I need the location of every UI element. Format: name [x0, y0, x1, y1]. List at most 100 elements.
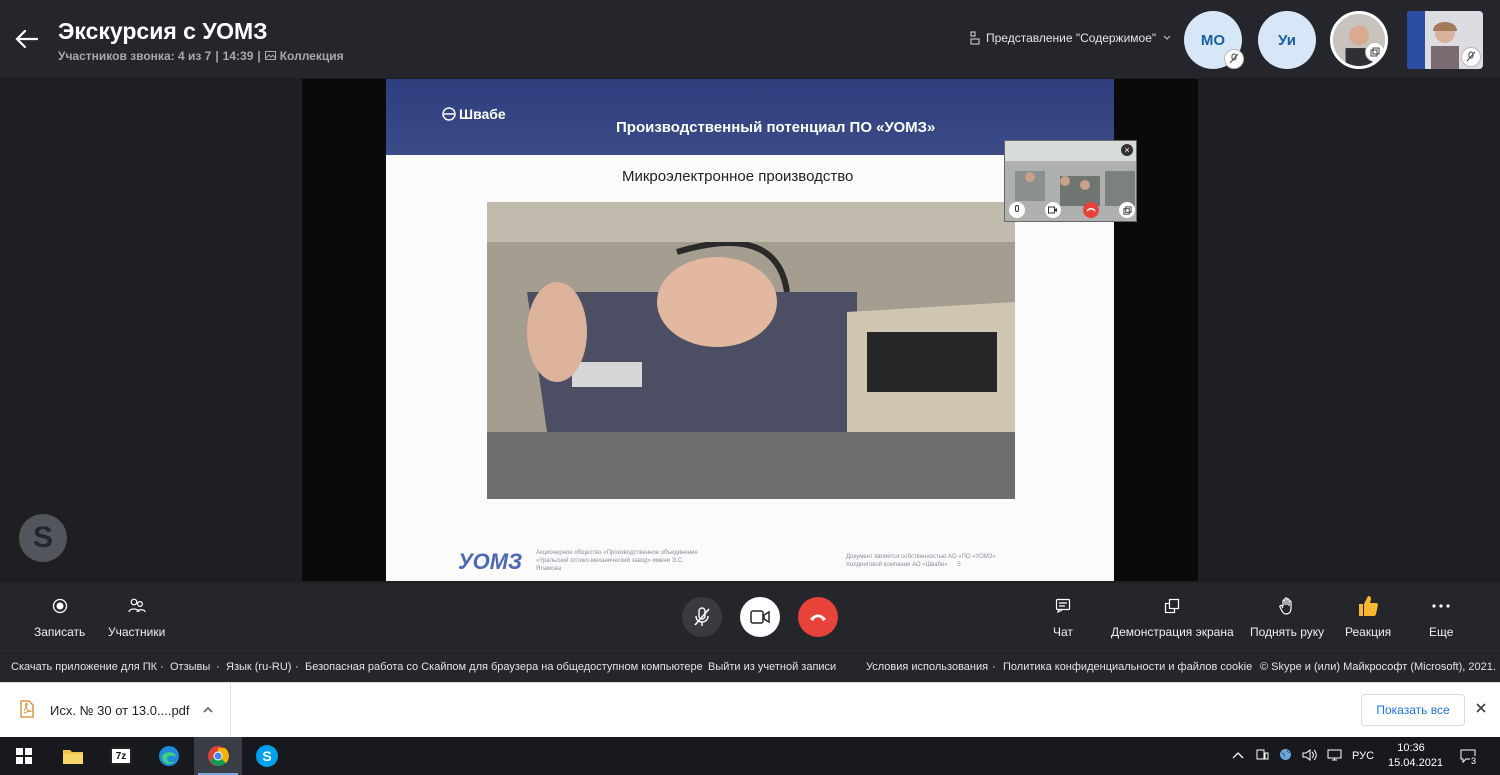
- end-call-icon[interactable]: [1083, 202, 1099, 218]
- mic-muted-icon: [1224, 49, 1244, 69]
- mute-button[interactable]: [682, 597, 722, 637]
- skype-call-window: Экскурсия с УОМЗ Участников звонка: 4 из…: [0, 0, 1500, 775]
- screen-share-icon: [1365, 42, 1385, 62]
- download-bar: Исх. № 30 от 13.0....pdf Показать все: [0, 682, 1500, 738]
- privacy-link[interactable]: Политика конфиденциальности и файлов coo…: [1003, 661, 1252, 673]
- people-icon: [128, 598, 146, 613]
- taskbar-file-explorer[interactable]: [49, 737, 97, 775]
- back-button[interactable]: [14, 26, 40, 52]
- language-link[interactable]: Язык (ru-RU): [226, 661, 291, 673]
- participant-avatar-photo-man[interactable]: [1330, 11, 1388, 69]
- logout-link[interactable]: Выйти из учетной записи: [708, 661, 836, 673]
- camera-button[interactable]: [740, 597, 780, 637]
- folder-icon: [63, 750, 83, 764]
- slide-photo: [487, 202, 1015, 499]
- participant-avatar-photo-woman[interactable]: [1407, 11, 1483, 69]
- skype-icon: S: [256, 745, 278, 767]
- mic-muted-icon: [1461, 47, 1481, 67]
- call-controls: Записать Участники Чат Демонстрация экра…: [0, 583, 1500, 653]
- uomz-logo: УОМЗ: [458, 549, 523, 574]
- close-icon[interactable]: [1474, 701, 1488, 720]
- windows-start-button[interactable]: [0, 737, 48, 775]
- end-call-button[interactable]: [798, 597, 838, 637]
- shvabe-logo-icon: [442, 107, 456, 121]
- call-header: Экскурсия с УОМЗ Участников звонка: 4 из…: [0, 0, 1500, 78]
- device-icon[interactable]: [1256, 749, 1269, 764]
- feedback-link[interactable]: Отзывы: [170, 661, 210, 673]
- camera-icon: [750, 610, 770, 624]
- participant-avatar-ui[interactable]: Уи: [1258, 11, 1316, 69]
- taskbar-skype[interactable]: S: [243, 737, 291, 775]
- camera-icon[interactable]: [1045, 202, 1061, 218]
- pdf-file-icon: [20, 700, 34, 718]
- end-call-icon: [810, 614, 826, 621]
- download-file-name: Исх. № 30 от 13.0....pdf: [50, 703, 190, 718]
- chrome-icon: [208, 746, 229, 766]
- edge-icon: [159, 746, 179, 766]
- globe-icon[interactable]: [1279, 748, 1292, 764]
- volume-icon[interactable]: [1302, 748, 1317, 764]
- show-all-downloads-button[interactable]: Показать все: [1361, 694, 1465, 726]
- slide-subtitle: Микроэлектронное производство: [622, 168, 854, 185]
- more-button[interactable]: Еще: [1429, 595, 1453, 639]
- raise-hand-button[interactable]: Поднять руку: [1250, 595, 1324, 639]
- mic-icon[interactable]: [1009, 202, 1025, 218]
- participant-avatar-mo[interactable]: МО: [1184, 11, 1244, 69]
- record-icon: [52, 598, 67, 614]
- hand-icon: [1279, 597, 1292, 615]
- close-icon[interactable]: ×: [1121, 144, 1133, 156]
- screen-share-icon: [1165, 598, 1180, 614]
- slide-footer-ownership: Документ является собственностью АО «ПО …: [846, 554, 996, 568]
- participants-button[interactable]: Участники: [108, 595, 165, 639]
- system-clock[interactable]: 10:36 15.04.2021: [1388, 741, 1444, 771]
- production-photo-icon: [487, 202, 1015, 499]
- view-mode-label: Представление "Содержимое": [986, 31, 1157, 45]
- clock-time: 10:36: [1397, 742, 1425, 754]
- screen-share-icon[interactable]: [1119, 202, 1135, 218]
- collection-link[interactable]: Коллекция: [280, 49, 344, 63]
- notification-center-button[interactable]: 3: [1460, 737, 1483, 775]
- screen-share-button[interactable]: Демонстрация экрана: [1111, 595, 1234, 639]
- download-app-link[interactable]: Скачать приложение для ПК: [11, 661, 157, 673]
- slide-title: Производственный потенциал ПО «УОМЗ»: [616, 119, 936, 136]
- arrow-left-icon: [15, 29, 39, 49]
- self-video-pip[interactable]: ×: [1004, 140, 1137, 222]
- download-item[interactable]: Исх. № 30 от 13.0....pdf: [0, 683, 231, 738]
- windows-logo-icon: [16, 748, 32, 764]
- shared-screen-stage: Швабе Производственный потенциал ПО «УОМ…: [302, 79, 1198, 581]
- slide-page-number: 5: [957, 562, 961, 568]
- chevron-down-icon: [1163, 35, 1171, 40]
- taskbar-chrome[interactable]: [194, 737, 242, 775]
- chevron-up-icon[interactable]: [202, 701, 214, 719]
- record-button[interactable]: Записать: [34, 595, 85, 639]
- call-title: Экскурсия с УОМЗ: [58, 18, 268, 44]
- windows-taskbar: 7z S РУС 10:36 15.04.2021 3: [0, 737, 1500, 775]
- system-tray: РУС: [1232, 737, 1374, 775]
- gallery-icon: [264, 49, 276, 63]
- thumbs-up-icon: [1359, 596, 1379, 616]
- chat-button[interactable]: Чат: [1053, 595, 1073, 639]
- terms-link[interactable]: Условия использования: [866, 661, 988, 673]
- skype-logo-icon: S: [19, 514, 67, 562]
- layout-icon: [970, 31, 980, 45]
- view-mode-select[interactable]: Представление "Содержимое": [970, 31, 1172, 45]
- slide-footer-company: Акционерное общество «Производственное о…: [536, 550, 698, 572]
- chevron-up-icon[interactable]: [1232, 750, 1244, 762]
- taskbar-7zip[interactable]: 7z: [97, 737, 145, 775]
- reaction-button[interactable]: Реакция: [1345, 595, 1391, 639]
- more-icon: [1432, 604, 1450, 608]
- taskbar-edge[interactable]: [145, 737, 193, 775]
- call-duration: 14:39: [222, 49, 254, 63]
- chat-icon: [1055, 598, 1071, 614]
- shvabe-logo: Швабе: [442, 106, 506, 122]
- call-subtitle: Участников звонка: 4 из 7 | 14:39 | Колл…: [58, 49, 344, 63]
- clock-date: 15.04.2021: [1388, 757, 1444, 769]
- footer-links: Скачать приложение для ПК · Отзывы · Язы…: [0, 654, 1500, 682]
- seven-zip-icon: 7z: [110, 747, 132, 765]
- language-indicator[interactable]: РУС: [1352, 750, 1374, 762]
- network-icon[interactable]: [1327, 749, 1342, 764]
- notification-count: 3: [1470, 756, 1478, 766]
- participants-count: Участников звонка: 4 из 7: [58, 49, 212, 63]
- copyright-text: © Skype и (или) Майкрософт (Microsoft), …: [1260, 661, 1496, 673]
- safety-link[interactable]: Безопасная работа со Скайпом для браузер…: [305, 661, 703, 673]
